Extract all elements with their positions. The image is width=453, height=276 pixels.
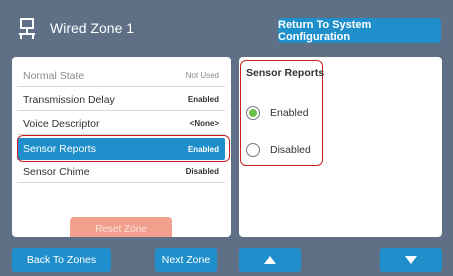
enabled-radio[interactable] bbox=[246, 106, 260, 120]
reset-zone-button[interactable]: Reset Zone bbox=[70, 217, 172, 237]
setting-value: Disabled bbox=[185, 167, 219, 176]
setting-value: <None> bbox=[189, 119, 219, 128]
setting-row-voice-descriptor[interactable]: Voice Descriptor <None> bbox=[17, 113, 225, 135]
setting-row-sensor-reports[interactable]: Sensor Reports Enabled bbox=[17, 138, 225, 160]
setting-row-sensor-chime[interactable]: Sensor Chime Disabled bbox=[17, 161, 225, 183]
setting-label: Normal State bbox=[23, 69, 85, 82]
enabled-radio-label[interactable]: Enabled bbox=[270, 107, 309, 119]
arrow-down-icon bbox=[405, 256, 417, 264]
setting-row-normal-state[interactable]: Normal State Not Used bbox=[17, 65, 225, 87]
setting-row-transmission-delay[interactable]: Transmission Delay Enabled bbox=[17, 89, 225, 111]
setting-value: Not Used bbox=[185, 71, 219, 80]
setting-label: Sensor Reports bbox=[23, 143, 96, 155]
scroll-down-button[interactable] bbox=[380, 248, 442, 272]
settings-list-panel: Normal State Not Used Transmission Delay… bbox=[12, 57, 231, 237]
arrow-up-icon bbox=[264, 256, 276, 264]
header-bar: Wired Zone 1 Return To System Configurat… bbox=[0, 0, 453, 52]
network-icon bbox=[19, 18, 35, 39]
disabled-radio-label[interactable]: Disabled bbox=[270, 144, 311, 156]
setting-label: Voice Descriptor bbox=[23, 117, 100, 130]
next-zone-button[interactable]: Next Zone bbox=[155, 248, 217, 272]
setting-label: Sensor Chime bbox=[23, 165, 90, 178]
return-to-system-configuration-button[interactable]: Return To System Configuration bbox=[278, 18, 441, 43]
page-title: Wired Zone 1 bbox=[50, 20, 135, 36]
disabled-radio[interactable] bbox=[246, 143, 260, 157]
detail-title: Sensor Reports bbox=[246, 67, 325, 79]
setting-label: Transmission Delay bbox=[23, 93, 115, 106]
back-to-zones-button[interactable]: Back To Zones bbox=[12, 248, 111, 272]
setting-value: Enabled bbox=[187, 95, 219, 104]
scroll-up-button[interactable] bbox=[239, 248, 301, 272]
setting-value: Enabled bbox=[187, 144, 219, 154]
